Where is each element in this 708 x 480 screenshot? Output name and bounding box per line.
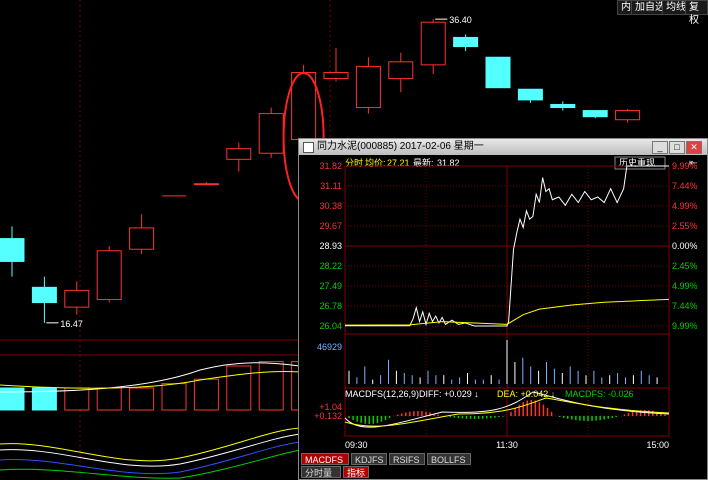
intraday-chart: 分时 均价: 27.21 最新: 31.82 历史重现 ⇤31.82 9.99%31.11 7.… bbox=[314, 156, 698, 450]
percent-axis-label: 2.55% bbox=[672, 221, 698, 231]
price-axis-label: 26.04 bbox=[319, 321, 342, 331]
percent-axis-label: 7.44% bbox=[672, 301, 698, 311]
macd-value: MACDFS: -0.026 bbox=[565, 389, 634, 399]
candle-body bbox=[193, 183, 219, 186]
price-axis-label: 28.22 bbox=[319, 261, 342, 271]
max-price-label: 36.40 bbox=[449, 15, 472, 25]
tab-intraday-volume[interactable]: 分时量 bbox=[301, 466, 341, 478]
intraday-popup[interactable]: 同力水泥(000885) 2017-02-06 星期一 _ □ ✕ 分时 均价: 2… bbox=[298, 138, 708, 480]
candle-body bbox=[420, 21, 446, 66]
percent-axis-label: 4.99% bbox=[672, 201, 698, 211]
price-axis-label: 29.67 bbox=[319, 221, 342, 231]
tab-rsifs[interactable]: RSIFS bbox=[389, 453, 425, 465]
candle-body bbox=[226, 148, 252, 160]
candle-body bbox=[615, 110, 641, 121]
volume-bar bbox=[193, 378, 219, 411]
close-button[interactable]: ✕ bbox=[686, 141, 702, 154]
volume-bar bbox=[226, 365, 252, 411]
percent-axis-label: 0.00% bbox=[672, 241, 698, 251]
volume-bar bbox=[258, 361, 284, 411]
percent-axis-label: 4.99% bbox=[672, 281, 698, 291]
min-price-label: 16.47 bbox=[60, 319, 83, 329]
window-icon bbox=[303, 142, 314, 153]
candle-body bbox=[96, 250, 122, 301]
candle-body bbox=[323, 71, 349, 80]
volume-bar bbox=[161, 383, 187, 411]
tab-macdfs[interactable]: MACDFS bbox=[301, 453, 349, 465]
candle-body bbox=[388, 61, 414, 80]
percent-axis-label: 9.99% bbox=[672, 321, 698, 331]
candle-body bbox=[485, 56, 511, 89]
time-axis-label: 15:00 bbox=[646, 440, 669, 450]
macd-header: MACDFS(12,26,9) bbox=[345, 389, 419, 399]
candle-body bbox=[291, 71, 317, 141]
candle-body bbox=[258, 113, 284, 154]
volume-bar bbox=[0, 387, 25, 411]
macd-axis-zero: +0.132 bbox=[314, 411, 342, 421]
macd-dea: DEA: +0.042 ↓ bbox=[497, 389, 555, 399]
price-axis-label: 27.49 bbox=[319, 281, 342, 291]
candle-body bbox=[31, 286, 57, 304]
minimize-button[interactable]: _ bbox=[652, 141, 668, 154]
candle-body bbox=[550, 103, 576, 109]
price-axis-label: 31.82 bbox=[319, 161, 342, 171]
candle-body bbox=[64, 289, 90, 308]
time-axis-label: 09:30 bbox=[345, 440, 368, 450]
popup-titlebar[interactable]: 同力水泥(000885) 2017-02-06 星期一 _ □ ✕ bbox=[299, 139, 707, 155]
tab-bollfs[interactable]: BOLLFS bbox=[427, 453, 471, 465]
maximize-button[interactable]: □ bbox=[669, 141, 685, 154]
candle-body bbox=[0, 238, 25, 262]
price-axis-label: 31.11 bbox=[320, 181, 342, 191]
candle-body bbox=[129, 227, 155, 250]
indicator-line-blue bbox=[0, 441, 301, 475]
candle-body bbox=[517, 88, 543, 101]
candle-body bbox=[453, 36, 479, 48]
percent-axis-label: 9.99% bbox=[672, 161, 698, 171]
candle-body bbox=[582, 110, 608, 118]
time-axis-label: 11:30 bbox=[496, 440, 518, 450]
price-axis-label: 28.93 bbox=[319, 241, 342, 251]
volume-bar bbox=[64, 387, 90, 411]
percent-axis-label: 7.44% bbox=[672, 181, 698, 191]
candle-body bbox=[355, 65, 381, 109]
tab-kdjfs[interactable]: KDJFS bbox=[351, 453, 387, 465]
volume-bar bbox=[96, 387, 122, 411]
percent-axis-label: 2.45% bbox=[672, 261, 698, 271]
button-adjust-price[interactable]: 复权 bbox=[685, 0, 708, 26]
volume-ma-yellow bbox=[0, 370, 301, 389]
price-axis-label: 30.38 bbox=[319, 201, 342, 211]
price-axis-label: 26.78 bbox=[319, 301, 342, 311]
popup-title: 同力水泥(000885) 2017-02-06 星期一 bbox=[317, 141, 484, 152]
tab-indicator[interactable]: 指标 bbox=[343, 466, 369, 478]
volume-max-label: 46929 bbox=[317, 342, 342, 352]
volume-bar bbox=[129, 387, 155, 411]
macd-diff: DIFF: +0.029 ↓ bbox=[419, 389, 479, 399]
